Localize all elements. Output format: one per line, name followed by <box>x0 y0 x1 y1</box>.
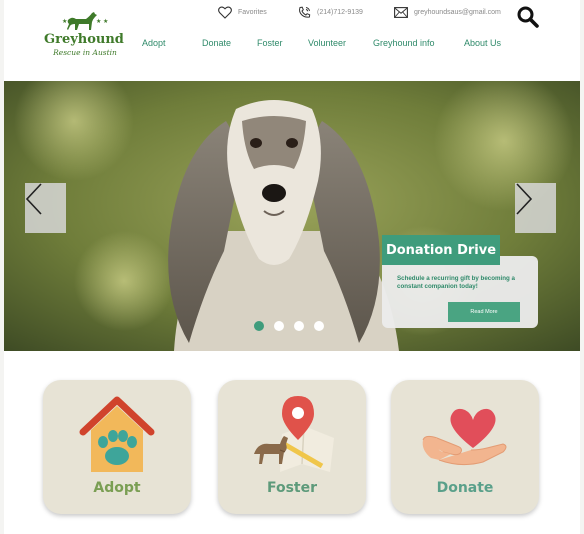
dog-map-pin-icon <box>254 396 334 472</box>
donation-drive-card: Schedule a recurring gift by becoming a … <box>382 256 538 328</box>
nav-adopt[interactable]: Adopt <box>142 38 166 48</box>
adopt-tile[interactable]: Adopt <box>43 380 191 514</box>
phone-link[interactable]: (214)712-9139 <box>298 4 363 20</box>
donate-tile[interactable]: Donate <box>391 380 539 514</box>
donation-drive-title: Donation Drive <box>382 235 500 265</box>
brand-name: Greyhound <box>44 32 124 47</box>
chevron-right-icon <box>516 183 533 215</box>
carousel-next-button[interactable] <box>515 183 556 233</box>
carousel-dot-1[interactable] <box>254 321 264 331</box>
brand-logo[interactable]: ★ ★ ★ ★ Greyhound Rescue in Austin <box>44 8 124 58</box>
greyhound-logo-icon <box>67 12 97 30</box>
nav-foster[interactable]: Foster <box>257 38 283 48</box>
carousel-dot-4[interactable] <box>314 321 324 331</box>
read-more-button[interactable]: Read More <box>448 302 520 322</box>
nav-volunteer[interactable]: Volunteer <box>308 38 346 48</box>
foster-tile-label: Foster <box>266 480 318 496</box>
favorites-label: Favorites <box>238 8 267 16</box>
phone-icon <box>299 6 311 18</box>
foster-tile[interactable]: Foster <box>218 380 366 514</box>
heart-outline-icon <box>218 5 232 19</box>
chevron-left-icon <box>25 183 42 215</box>
favorites-link[interactable]: Favorites <box>218 4 267 20</box>
hand-heart-icon <box>422 408 507 466</box>
nav-about-us[interactable]: About Us <box>464 38 501 48</box>
carousel-dot-3[interactable] <box>294 321 304 331</box>
adopt-tile-label: Adopt <box>93 480 141 496</box>
carousel-dot-2[interactable] <box>274 321 284 331</box>
nav-donate[interactable]: Donate <box>202 38 231 48</box>
donate-tile-label: Donate <box>436 480 494 496</box>
phone-number: (214)712-9139 <box>317 8 363 16</box>
search-icon[interactable] <box>516 5 540 29</box>
email-link[interactable]: greyhoundsaus@gmail.com <box>394 4 501 20</box>
email-address: greyhoundsaus@gmail.com <box>414 8 501 16</box>
envelope-icon <box>394 6 408 18</box>
carousel-indicators <box>254 321 324 331</box>
house-paw-icon <box>79 396 155 472</box>
brand-subtitle: Rescue in Austin <box>53 48 117 57</box>
hero-carousel: Schedule a recurring gift by becoming a … <box>4 81 580 351</box>
donation-drive-text: Schedule a recurring gift by becoming a … <box>397 275 515 290</box>
page: ★ ★ ★ ★ Greyhound Rescue in Austin Favor… <box>4 0 580 534</box>
nav-greyhound-info[interactable]: Greyhound info <box>373 38 435 48</box>
carousel-prev-button[interactable] <box>25 183 66 233</box>
